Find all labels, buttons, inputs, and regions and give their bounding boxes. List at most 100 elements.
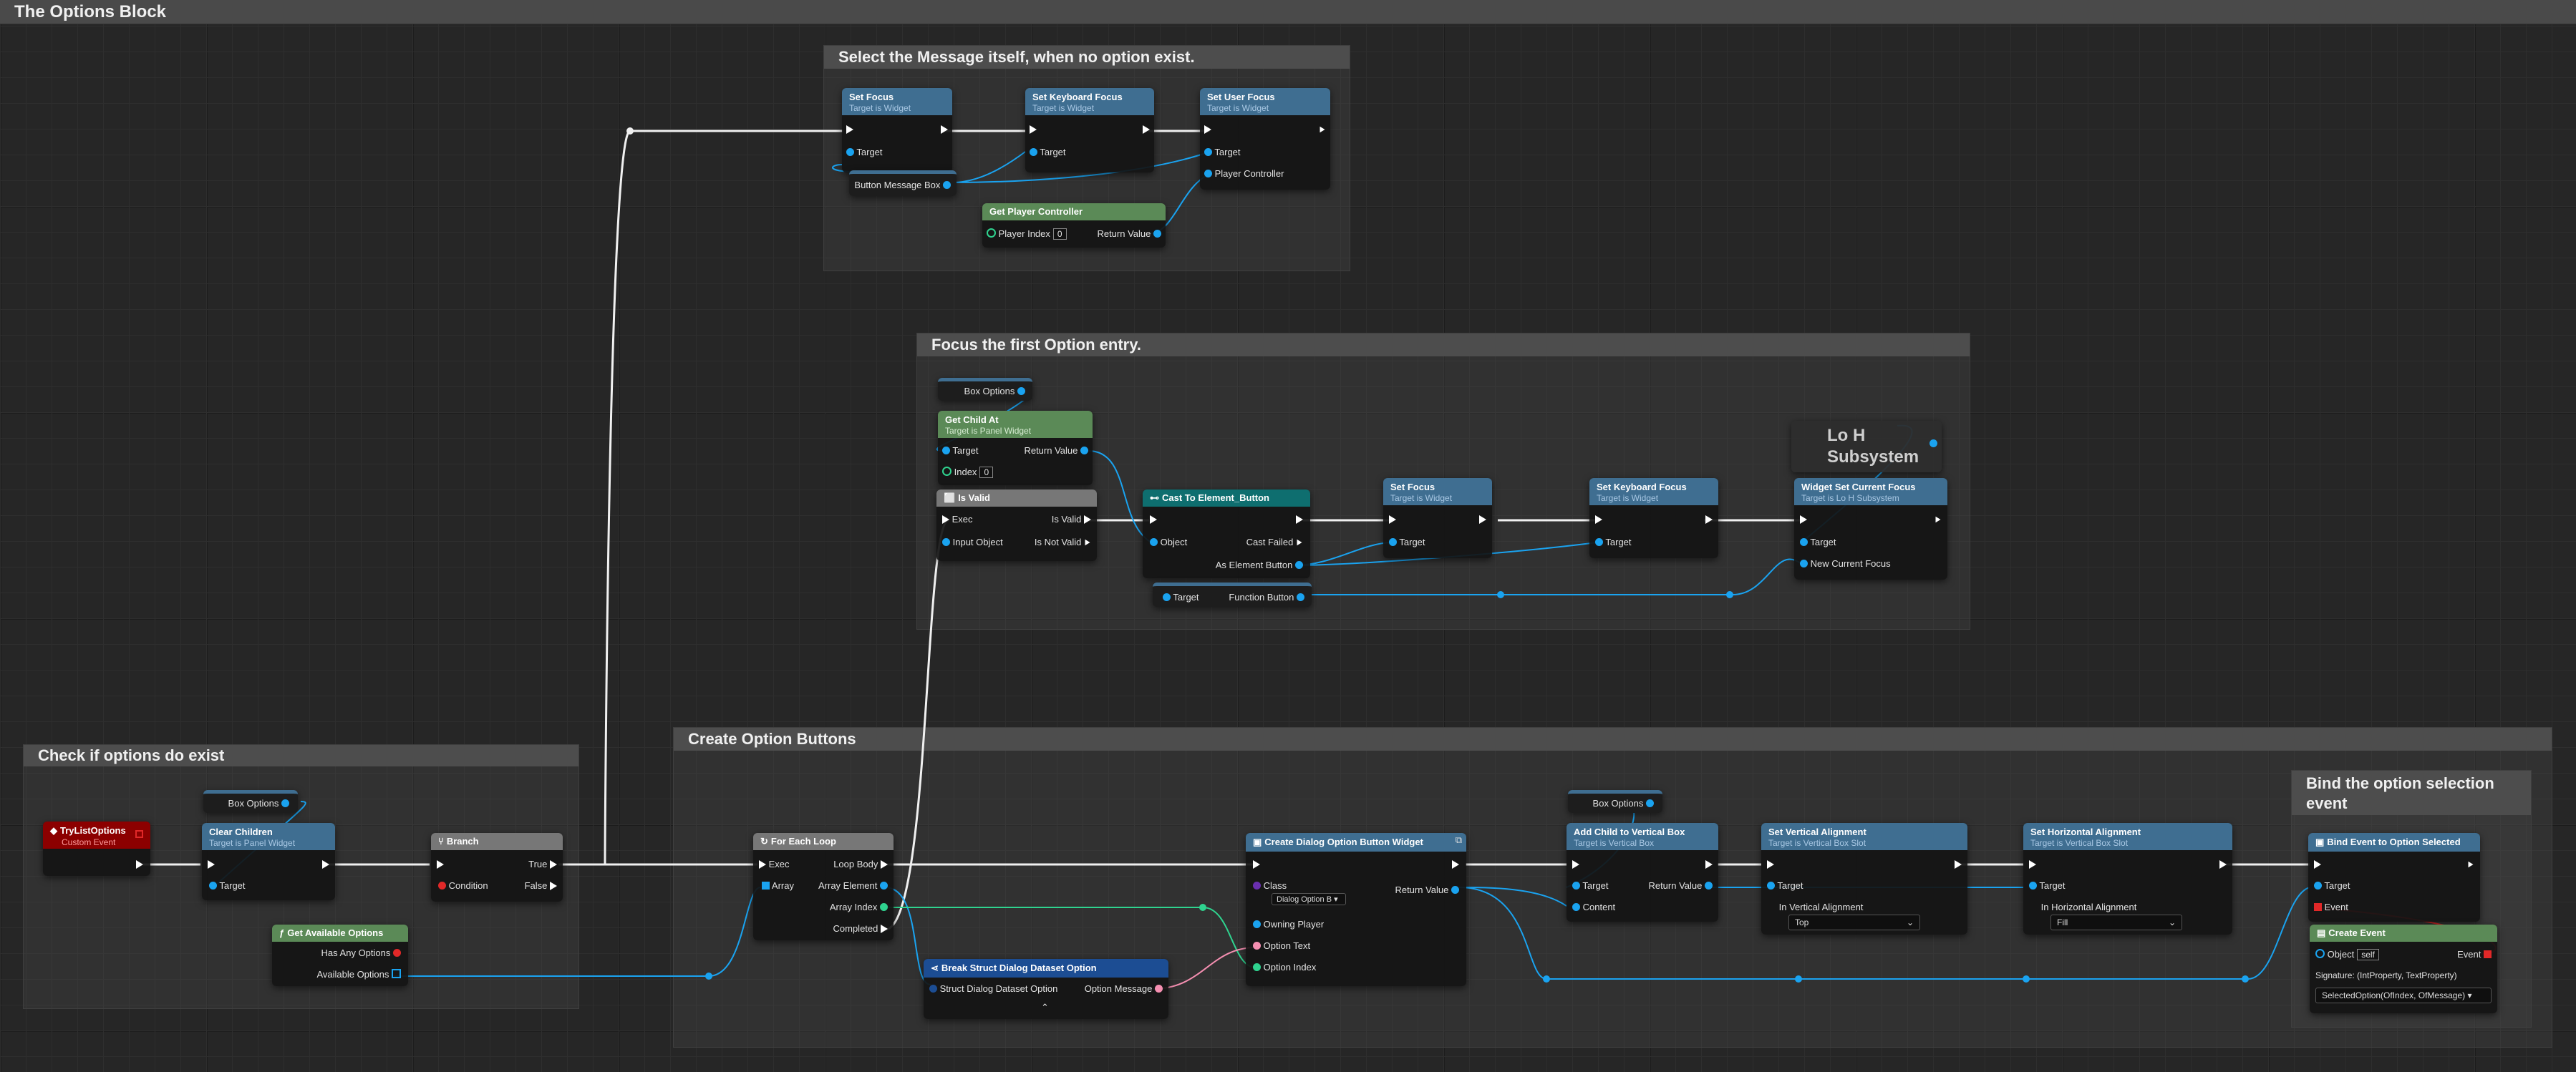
exec-out-pin[interactable]	[1452, 859, 1459, 869]
horizontal-alignment-select[interactable]: Fill ⌄	[2050, 915, 2182, 930]
target-pin[interactable]: Target	[1163, 592, 1199, 603]
is-valid-pin[interactable]: Is Valid	[1052, 514, 1091, 525]
node-try-list-options[interactable]: ◆ TryListOptions Custom Event	[43, 822, 150, 876]
input-object-pin[interactable]: Input Object	[942, 537, 1003, 547]
exec-in-pin[interactable]: Exec	[759, 859, 790, 869]
exec-out-pin[interactable]	[1319, 124, 1326, 135]
object-pin[interactable]: Object	[1150, 537, 1187, 547]
node-get-player-controller[interactable]: Get Player Controller Player Index 0 Retu…	[982, 203, 1166, 248]
owning-player-pin[interactable]: Owning Player	[1253, 919, 1324, 930]
event-pin[interactable]: Event	[2314, 902, 2348, 912]
node-set-keyboard-focus[interactable]: Set Keyboard Focus Target is Widget Targe…	[1025, 88, 1154, 172]
option-text-pin[interactable]: Option Text	[1253, 940, 1310, 951]
has-any-options-pin[interactable]: Has Any Options	[321, 947, 401, 958]
exec-in-pin[interactable]	[2029, 859, 2036, 869]
is-not-valid-pin[interactable]: Is Not Valid	[1035, 537, 1091, 547]
player-controller-pin[interactable]: Player Controller	[1204, 168, 1284, 179]
index-pin[interactable]: Index 0	[942, 467, 994, 478]
exec-in-pin[interactable]: Exec	[942, 514, 973, 525]
node-lo-h-subsystem[interactable]: Lo H Subsystem	[1791, 421, 1942, 472]
new-current-focus-pin[interactable]: New Current Focus	[1800, 558, 1891, 569]
exec-out-pin[interactable]	[1935, 514, 1942, 525]
node-set-focus-2[interactable]: Set Focus Target is Widget Target	[1383, 478, 1492, 558]
exec-in-pin[interactable]	[1595, 514, 1602, 525]
exec-in-pin[interactable]	[1030, 124, 1037, 135]
true-pin[interactable]: True	[528, 859, 557, 869]
node-is-valid[interactable]: ⬜ Is Valid Exec Is Valid Input Object Is …	[936, 489, 1097, 561]
target-pin[interactable]: Target	[942, 445, 979, 456]
struct-input-pin[interactable]: Struct Dialog Dataset Option	[929, 983, 1057, 994]
exec-out-pin[interactable]	[1955, 859, 1962, 869]
target-pin[interactable]: Target	[846, 147, 883, 157]
as-element-button-pin[interactable]: As Element Button	[1216, 560, 1303, 570]
node-set-user-focus[interactable]: Set User Focus Target is Widget Target Pl…	[1200, 88, 1330, 190]
exec-out-pin[interactable]	[1705, 514, 1713, 525]
target-pin[interactable]: Target	[2314, 880, 2350, 891]
node-for-each-loop[interactable]: ↻ For Each Loop Exec Loop Body Array Arra…	[753, 833, 894, 940]
exec-out-pin[interactable]	[941, 124, 948, 135]
target-pin[interactable]: Target	[1204, 147, 1241, 157]
node-set-keyboard-focus-2[interactable]: Set Keyboard Focus Target is Widget Targe…	[1589, 478, 1718, 558]
node-add-child-vertical-box[interactable]: Add Child to Vertical Box Target is Verti…	[1567, 823, 1718, 922]
completed-pin[interactable]: Completed	[833, 923, 888, 934]
condition-pin[interactable]: Condition	[438, 880, 488, 891]
node-bind-event[interactable]: ▣ Bind Event to Option Selected Target Ev…	[2308, 833, 2480, 922]
node-create-widget[interactable]: ▣ Create Dialog Option Button Widget Clas…	[1246, 833, 1466, 986]
target-pin[interactable]: Target	[1595, 537, 1632, 547]
event-out-pin[interactable]: Event	[2457, 949, 2492, 960]
in-vertical-alignment-pin[interactable]: In Vertical Alignment	[1767, 902, 1864, 912]
var-function-button[interactable]: Target Function Button	[1153, 583, 1312, 607]
exec-in-pin[interactable]	[2314, 859, 2321, 869]
exec-in-pin[interactable]	[1204, 124, 1211, 135]
var-button-message-box[interactable]: Button Message Box	[849, 170, 957, 196]
node-branch[interactable]: ⑂ Branch True Condition False	[431, 833, 563, 902]
loop-body-pin[interactable]: Loop Body	[833, 859, 888, 869]
exec-out-pin[interactable]	[1705, 859, 1713, 869]
node-clear-children[interactable]: Clear Children Target is Panel Widget Tar…	[202, 823, 335, 900]
return-value-pin[interactable]: Return Value	[1648, 880, 1713, 891]
exec-in-pin[interactable]	[437, 859, 444, 869]
target-pin[interactable]: Target	[2029, 880, 2066, 891]
array-pin[interactable]: Array	[762, 880, 794, 891]
exec-out-pin[interactable]	[1479, 514, 1486, 525]
exec-in-pin[interactable]	[1572, 859, 1579, 869]
vertical-alignment-select[interactable]: Top ⌄	[1788, 915, 1920, 930]
in-horizontal-alignment-pin[interactable]: In Horizontal Alignment	[2029, 902, 2137, 912]
exec-out-pin[interactable]	[1296, 514, 1303, 525]
exec-out-pin[interactable]	[2467, 859, 2474, 869]
exec-in-pin[interactable]	[846, 124, 853, 135]
array-index-pin[interactable]: Array Index	[830, 902, 888, 912]
exec-in-pin[interactable]	[1150, 514, 1157, 525]
node-set-focus[interactable]: Set Focus Target is Widget Target	[842, 88, 952, 172]
node-widget-set-current-focus[interactable]: Widget Set Current Focus Target is Lo H S…	[1794, 478, 1947, 580]
return-value-pin[interactable]: Return Value	[1097, 228, 1161, 239]
node-create-event[interactable]: ▤ Create Event Object self Event Signature…	[2310, 925, 2497, 1013]
option-message-pin[interactable]: Option Message	[1085, 983, 1163, 994]
exec-out-pin[interactable]	[136, 859, 143, 869]
exec-out-pin[interactable]	[1143, 124, 1150, 135]
exec-out-pin[interactable]	[2219, 859, 2227, 869]
object-pin[interactable]: Object self	[2315, 949, 2379, 960]
target-pin[interactable]: Target	[1030, 147, 1066, 157]
target-pin[interactable]: Target	[1572, 880, 1609, 891]
exec-in-pin[interactable]	[208, 859, 215, 869]
exec-in-pin[interactable]	[1389, 514, 1396, 525]
player-index-pin[interactable]: Player Index 0	[987, 228, 1067, 240]
content-pin[interactable]: Content	[1572, 902, 1615, 912]
option-index-pin[interactable]: Option Index	[1253, 962, 1316, 973]
target-pin[interactable]: Target	[209, 880, 246, 891]
subsystem-out-pin[interactable]	[1929, 438, 1937, 449]
node-set-horizontal-alignment[interactable]: Set Horizontal Alignment Target is Vertic…	[2023, 823, 2232, 935]
class-select[interactable]: Dialog Option B ▾	[1272, 893, 1346, 905]
node-get-child-at[interactable]: Get Child At Target is Panel Widget Targe…	[938, 411, 1093, 485]
array-element-pin[interactable]: Array Element	[818, 880, 888, 891]
exec-in-pin[interactable]	[1767, 859, 1774, 869]
exec-out-pin[interactable]	[322, 859, 329, 869]
node-cast-element-button[interactable]: ⊷ Cast To Element_Button Object Cast Fail…	[1143, 489, 1310, 578]
function-button-pin[interactable]: Function Button	[1229, 592, 1304, 603]
var-box-options[interactable]: Box Options	[1568, 790, 1662, 813]
var-box-options[interactable]: Box Options	[203, 790, 298, 813]
var-box-options[interactable]: Box Options	[938, 378, 1032, 401]
false-pin[interactable]: False	[525, 880, 557, 891]
expand-icon[interactable]: ⌃	[1041, 1002, 1049, 1013]
